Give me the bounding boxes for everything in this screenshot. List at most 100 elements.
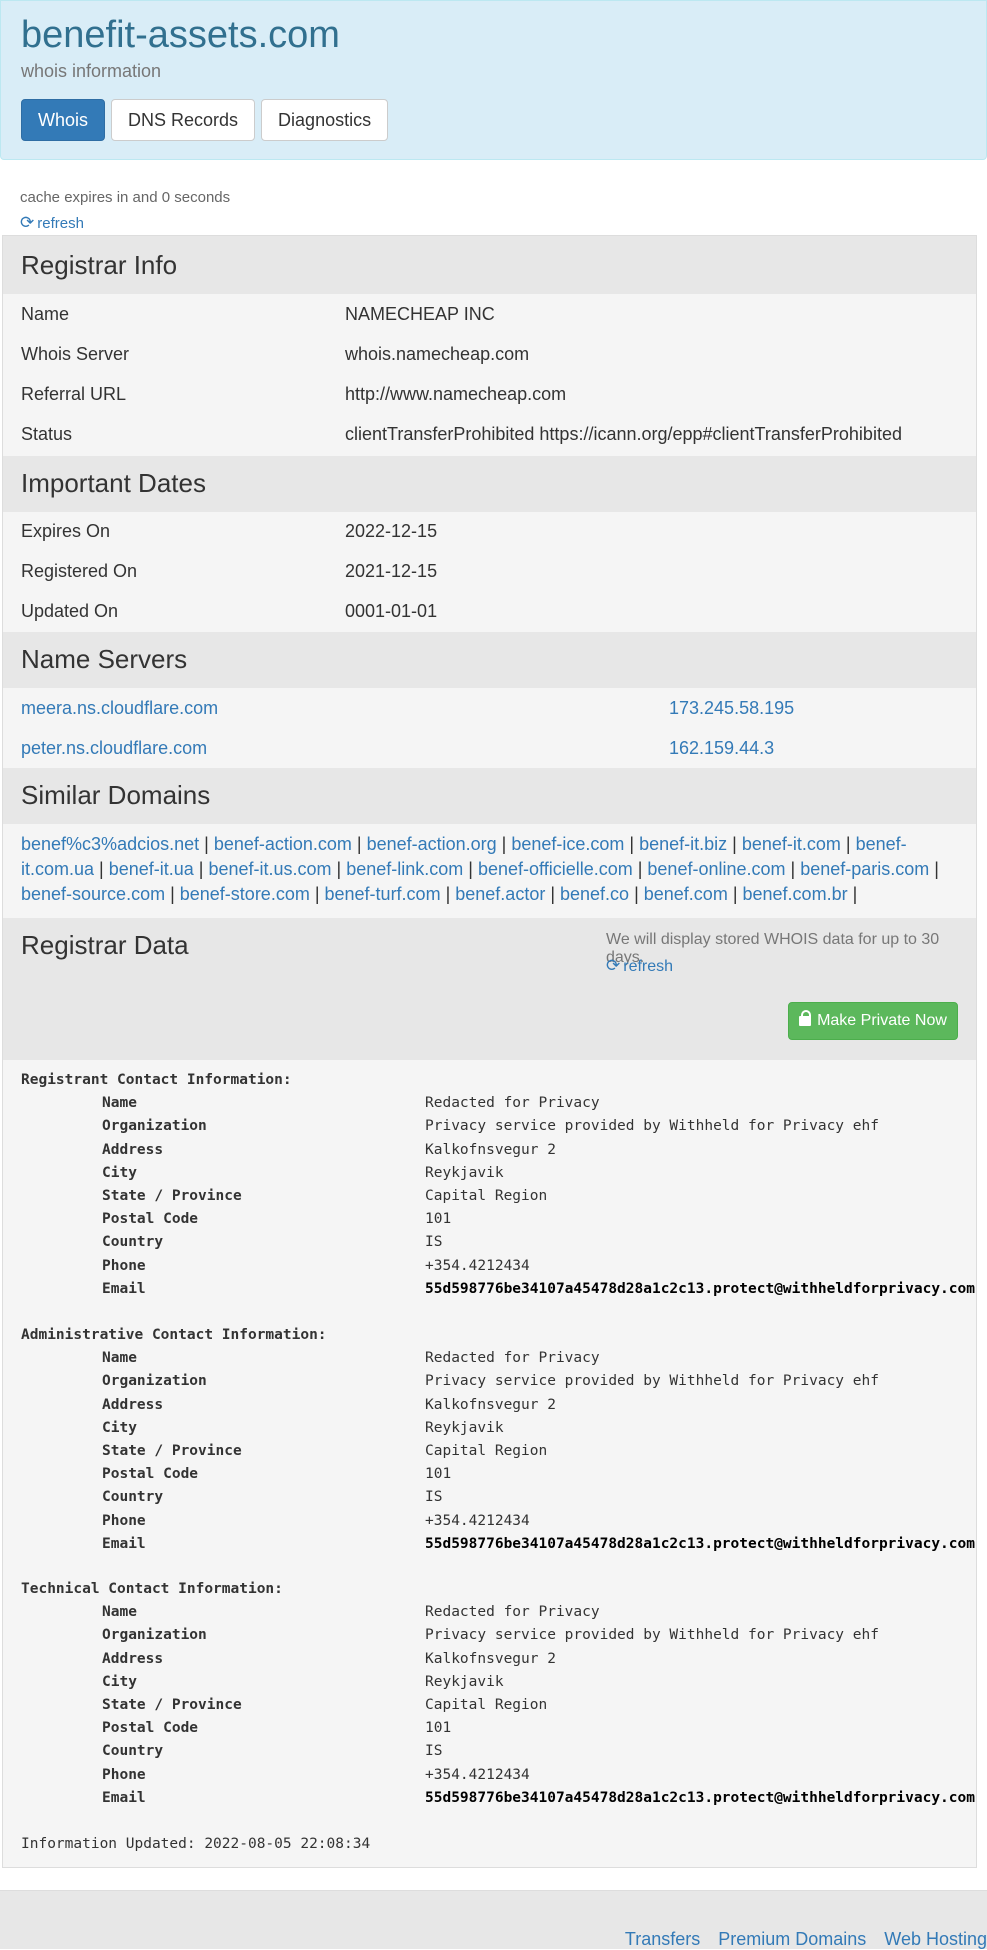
date-label: Updated On <box>21 601 119 621</box>
contact-email: 55d598776be34107a45478d28a1c2c13.protect… <box>425 1280 975 1297</box>
similar-domain-separator: | <box>309 884 325 904</box>
similar-domain-link[interactable]: benef-it.ua <box>109 859 194 879</box>
name-server-host[interactable]: peter.ns.cloudflare.com <box>21 738 207 759</box>
similar-domain-link[interactable]: benef-store.com <box>180 884 310 904</box>
similar-domain-separator: | <box>94 859 109 879</box>
registrar-data-refresh-link[interactable]: ⟳ refresh <box>606 956 673 976</box>
date-value: 0001-01-01 <box>345 601 438 621</box>
contact-field-value: +354.4212434 <box>425 1512 530 1529</box>
tab-bar: Whois DNS Records Diagnostics <box>21 99 389 141</box>
name-server-host[interactable]: meera.ns.cloudflare.com <box>21 698 218 719</box>
contact-email: 55d598776be34107a45478d28a1c2c13.protect… <box>425 1535 975 1552</box>
contact-field-value: Reykjavik <box>425 1164 504 1181</box>
contact-field-label: State / Province <box>102 1188 242 1204</box>
contact-field-label: Organization <box>102 1118 207 1135</box>
contact-field-label: Organization <box>102 1627 207 1644</box>
similar-domain-link[interactable]: benef.actor <box>455 884 545 904</box>
contact-field-value: Reykjavik <box>425 1673 504 1690</box>
similar-domain-separator: | <box>545 884 561 904</box>
similar-domain-link[interactable]: benef.com.br <box>743 884 848 904</box>
make-private-button[interactable]: Make Private Now <box>788 1002 958 1040</box>
info-label: Status <box>21 424 73 444</box>
date-value: 2022-12-15 <box>345 521 438 541</box>
section-title: Registrar Data <box>21 930 189 960</box>
domain-header: benefit-assets.com whois information Who… <box>0 0 987 160</box>
contact-field-value: Capital Region <box>425 1697 548 1713</box>
contact-field-label: Address <box>102 1396 164 1413</box>
contact-field-value: 101 <box>425 1211 452 1228</box>
contact-field-value: Capital Region <box>425 1443 548 1459</box>
tab-diagnostics[interactable]: Diagnostics <box>261 99 389 141</box>
info-label: Whois Server <box>21 344 130 364</box>
refresh-link[interactable]: ⟳ refresh <box>20 213 84 233</box>
contact-field-label: Phone <box>102 1512 146 1529</box>
contact-field-label: Country <box>102 1743 164 1760</box>
similar-domain-link[interactable]: benef-officielle.com <box>478 859 633 879</box>
similar-domain-link[interactable]: benef-it.biz <box>639 834 727 854</box>
footer-link-transfers[interactable]: Transfers <box>625 1929 700 1950</box>
registrar-info-header: Registrar Info <box>3 236 976 294</box>
similar-domain-separator: | <box>331 859 347 879</box>
similar-domain-separator: | <box>929 859 939 879</box>
similar-domain-link[interactable]: benef-online.com <box>647 859 785 879</box>
similar-domain-link[interactable]: benef-turf.com <box>325 884 441 904</box>
cache-status: cache expires in and 0 seconds <box>20 189 231 206</box>
similar-domain-link[interactable]: benef-link.com <box>346 859 463 879</box>
similar-domain-link[interactable]: benef-paris.com <box>800 859 929 879</box>
name-server-ip[interactable]: 162.159.44.3 <box>669 738 774 759</box>
similar-domain-separator: | <box>629 884 644 904</box>
contact-field-value: +354.4212434 <box>425 1766 530 1783</box>
date-value: 2021-12-15 <box>345 561 438 581</box>
tab-whois[interactable]: Whois <box>21 99 106 141</box>
footer-link-web-hosting[interactable]: Web Hosting <box>884 1929 987 1950</box>
similar-domain-link[interactable]: benef-source.com <box>21 884 165 904</box>
contact-field-label: Postal Code <box>102 1466 199 1483</box>
similar-domain-separator: | <box>463 859 478 879</box>
footer-links: Transfers Premium Domains Web Hosting <box>625 1929 987 1950</box>
refresh-label: refresh <box>37 215 84 232</box>
contact-field-label: Email <box>102 1789 146 1806</box>
similar-domain-link[interactable]: benef%c3%adcios.net <box>21 834 199 854</box>
contact-field-value: 101 <box>425 1466 452 1483</box>
name-servers-header: Name Servers <box>3 632 976 688</box>
similar-domain-link[interactable]: benef-it.com <box>742 834 841 854</box>
contact-field-label: City <box>102 1419 137 1436</box>
name-server-ip[interactable]: 173.245.58.195 <box>669 698 794 719</box>
contact-section-heading: Technical Contact Information: <box>21 1581 283 1597</box>
contact-field-value: Privacy service provided by Withheld for… <box>425 1373 879 1390</box>
similar-domain-link[interactable]: benef.co <box>560 884 629 904</box>
info-label: Referral URL <box>21 384 127 404</box>
whois-panel: Registrar Info Name NAMECHEAP INC Whois … <box>2 235 977 1868</box>
info-label: Name <box>21 304 70 324</box>
contact-section-heading: Registrant Contact Information: <box>21 1072 292 1088</box>
tab-dns-records[interactable]: DNS Records <box>111 99 256 141</box>
contact-field-value: Kalkofnsvegur 2 <box>425 1141 556 1158</box>
make-private-label: Make Private Now <box>817 1012 947 1029</box>
similar-domain-link[interactable]: benef-it.us.com <box>208 859 331 879</box>
refresh-icon: ⟳ <box>20 213 35 232</box>
contact-field-label: State / Province <box>102 1443 242 1459</box>
date-label: Expires On <box>21 521 111 541</box>
similar-domain-link[interactable]: benef-ice.com <box>511 834 624 854</box>
info-value: http://www.namecheap.com <box>345 384 567 404</box>
contact-field-label: Phone <box>102 1766 146 1783</box>
similar-domain-separator: | <box>193 859 209 879</box>
similar-domain-separator: | <box>440 884 456 904</box>
contact-field-label: Postal Code <box>102 1211 199 1228</box>
contact-field-label: Postal Code <box>102 1720 199 1737</box>
contact-field-value: IS <box>425 1234 443 1251</box>
similar-domain-link[interactable]: benef.com <box>644 884 728 904</box>
date-label: Registered On <box>21 561 138 581</box>
domain-title: benefit-assets.com <box>21 14 340 56</box>
contact-field-value: Reykjavik <box>425 1419 504 1436</box>
contact-field-label: Name <box>102 1350 137 1367</box>
similar-domain-link[interactable]: benef-action.com <box>214 834 352 854</box>
footer-link-premium-domains[interactable]: Premium Domains <box>718 1929 866 1950</box>
contact-field-label: Address <box>102 1141 164 1158</box>
contact-field-value: Privacy service provided by Withheld for… <box>425 1118 879 1135</box>
contact-field-label: State / Province <box>102 1697 242 1713</box>
contact-field-value: Kalkofnsvegur 2 <box>425 1650 556 1667</box>
contact-section-heading: Administrative Contact Information: <box>21 1327 327 1343</box>
contact-field-label: Country <box>102 1489 164 1506</box>
similar-domain-link[interactable]: benef-action.org <box>367 834 497 854</box>
